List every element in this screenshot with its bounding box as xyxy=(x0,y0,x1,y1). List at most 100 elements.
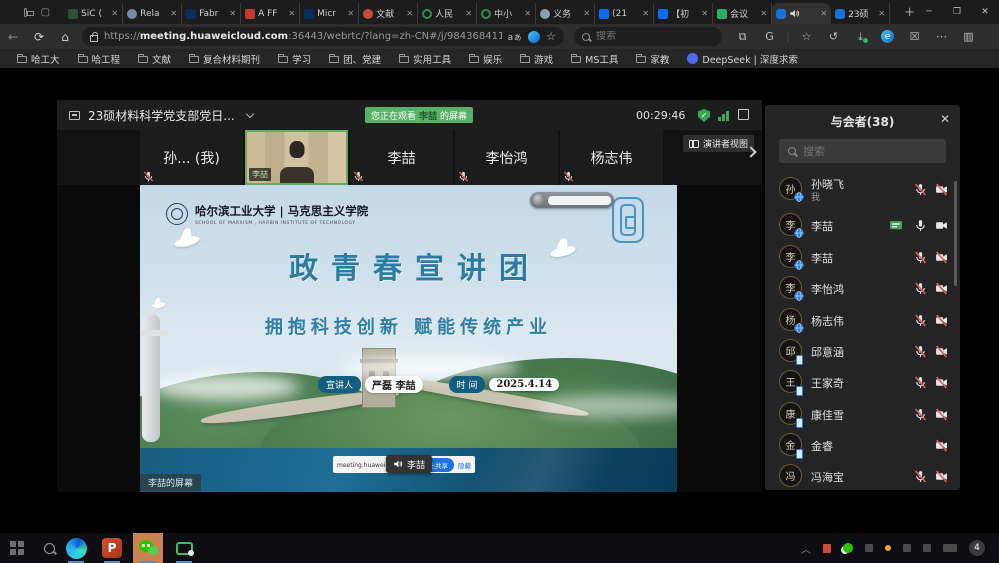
tab-actions-icon[interactable]: ▢ xyxy=(41,7,50,18)
security-shield-icon[interactable]: ✓ xyxy=(698,109,710,122)
home-button[interactable]: ⌂ xyxy=(52,30,78,44)
wechat-tray-icon[interactable] xyxy=(843,543,853,553)
volume-icon[interactable] xyxy=(923,544,931,552)
camera-on-icon[interactable] xyxy=(935,219,948,232)
tab-close-icon[interactable]: ✕ xyxy=(406,9,413,18)
tab-close-icon[interactable]: ✕ xyxy=(820,9,827,18)
camera-off-icon[interactable] xyxy=(935,314,948,327)
camera-off-icon[interactable] xyxy=(935,282,948,295)
bookmark-folder[interactable]: 团、党建 xyxy=(322,51,388,67)
panel-scrollbar[interactable] xyxy=(954,181,957,286)
video-tile-yangzhiwei[interactable]: 杨志伟 xyxy=(560,130,663,185)
start-button[interactable] xyxy=(10,541,24,555)
camera-off-icon[interactable] xyxy=(935,376,948,389)
tab-close-icon[interactable]: ✕ xyxy=(111,9,118,18)
mic-on-icon[interactable] xyxy=(914,219,927,232)
bookmark-folder[interactable]: MS工具 xyxy=(564,51,625,67)
tab-close-icon[interactable]: ✕ xyxy=(288,9,295,18)
tab-close-icon[interactable]: ✕ xyxy=(878,9,885,18)
browser-tab-fabr[interactable]: Fabr✕ xyxy=(182,3,241,24)
browser-essentials-icon[interactable]: e xyxy=(875,27,900,47)
mic-muted-icon[interactable] xyxy=(914,183,927,196)
bookmark-folder[interactable]: 学习 xyxy=(271,51,318,67)
clock-area[interactable] xyxy=(943,544,957,552)
browser-tab-renmin[interactable]: 人民✕ xyxy=(418,3,477,24)
new-tab-button[interactable]: + xyxy=(904,5,915,20)
tab-close-icon[interactable]: ✕ xyxy=(465,9,472,18)
speaker-view-button[interactable]: 演讲者视图 xyxy=(683,135,754,152)
taskbar-search-icon[interactable] xyxy=(44,543,55,554)
refresh-button[interactable]: ⟳ xyxy=(26,30,52,44)
close-panel-icon[interactable]: ✕ xyxy=(940,112,950,126)
tab-close-icon[interactable]: ✕ xyxy=(760,9,767,18)
address-bar[interactable]: https://meeting.huaweicloud.com:36443/we… xyxy=(82,27,564,46)
mic-muted-icon[interactable] xyxy=(353,171,364,182)
copilot-icon[interactable]: G xyxy=(757,27,782,47)
taskbar-screenshare-app[interactable] xyxy=(169,533,199,563)
camera-off-icon[interactable] xyxy=(935,470,948,483)
bookmark-folder[interactable]: 娱乐 xyxy=(462,51,509,67)
mic-muted-icon[interactable] xyxy=(458,171,469,182)
participant-row[interactable]: 李 李喆 xyxy=(765,243,960,273)
browser-tab-zhongxiao[interactable]: 中小✕ xyxy=(477,3,536,24)
browser-tab-yiwu[interactable]: 义务✕ xyxy=(536,3,595,24)
bookmark-deepseek[interactable]: DeepSeek | 深度求索 xyxy=(680,51,805,67)
mic-muted-icon[interactable] xyxy=(914,282,927,295)
video-tile-lizhe[interactable]: 李喆 xyxy=(350,130,453,185)
participant-search[interactable] xyxy=(779,139,946,163)
tab-close-icon[interactable]: ✕ xyxy=(347,9,354,18)
video-tile-self[interactable]: 孙... (我) xyxy=(140,130,243,185)
participant-row[interactable]: 杨 杨志伟 xyxy=(765,306,960,336)
favorite-star-icon[interactable]: ☆ xyxy=(546,30,556,43)
participant-row[interactable]: 王 王家奇 xyxy=(765,368,960,398)
camera-off-icon[interactable] xyxy=(935,345,948,358)
taskbar-powerpoint[interactable]: P xyxy=(97,533,127,563)
participant-row-sharing[interactable]: 李 李喆 xyxy=(765,211,960,241)
browser-tab-23shuo[interactable]: 23硕✕ xyxy=(831,3,890,24)
browser-tab-rela[interactable]: Rela✕ xyxy=(123,3,182,24)
workspaces-icon[interactable] xyxy=(24,8,26,17)
participant-row[interactable]: 康 康佳雪 xyxy=(765,400,960,430)
tray-app-icon[interactable] xyxy=(865,544,873,552)
lock-icon[interactable] xyxy=(90,35,98,42)
participant-search-input[interactable] xyxy=(803,145,923,158)
history-icon[interactable]: ↺ xyxy=(821,27,846,47)
search-box[interactable] xyxy=(574,27,722,46)
taskbar-wechat-active[interactable] xyxy=(133,533,163,563)
mic-muted-icon[interactable] xyxy=(914,251,927,264)
downloads-icon[interactable]: ⤓ xyxy=(848,27,873,47)
maximize-button[interactable]: ❐ xyxy=(943,0,971,24)
fullscreen-icon[interactable] xyxy=(738,109,749,120)
tray-status-dot[interactable] xyxy=(885,545,891,551)
audio-volume-widget[interactable] xyxy=(530,192,614,208)
video-tile-liyihong[interactable]: 李怡鸿 xyxy=(455,130,558,185)
tab-close-icon[interactable]: ✕ xyxy=(701,9,708,18)
participant-row[interactable]: 冯 冯海宝 xyxy=(765,462,960,492)
bookmark-folder[interactable]: 复合材料期刊 xyxy=(182,51,267,67)
browser-tab-aff[interactable]: A FF✕ xyxy=(241,3,300,24)
video-tile-lizhe-camera[interactable]: 李喆 xyxy=(245,130,348,185)
minimize-button[interactable]: ─ xyxy=(915,0,943,24)
mic-muted-icon[interactable] xyxy=(563,171,574,182)
tab-audio-speaker-icon[interactable] xyxy=(789,8,800,19)
favorites-icon[interactable]: ☆ xyxy=(794,27,819,47)
participant-row[interactable]: 金 金睿 xyxy=(765,431,960,461)
split-screen-icon[interactable] xyxy=(528,31,540,43)
sidebar-toggle-icon[interactable]: ▥ xyxy=(956,27,981,47)
browser-tab-huiyi[interactable]: 会议✕ xyxy=(713,3,772,24)
mic-muted-icon[interactable] xyxy=(914,345,927,358)
chevron-down-icon[interactable] xyxy=(245,109,253,117)
tray-app-icon[interactable] xyxy=(823,544,831,553)
back-button[interactable]: ← xyxy=(0,30,26,44)
browser-tab-micr[interactable]: Micr✕ xyxy=(300,3,359,24)
bookmark-folder[interactable]: 家教 xyxy=(629,51,676,67)
participant-row[interactable]: 邱 邱意涵 xyxy=(765,337,960,367)
tab-close-icon[interactable]: ✕ xyxy=(170,9,177,18)
browser-tab-21[interactable]: (21✕ xyxy=(595,3,654,24)
participant-row[interactable]: 孙 孙晓飞 我 xyxy=(765,175,960,205)
mic-muted-icon[interactable] xyxy=(143,171,154,182)
hide-share-bar-button[interactable]: 隐藏 xyxy=(458,460,471,470)
camera-off-icon[interactable] xyxy=(935,439,948,452)
translate-icon[interactable]: аぁ xyxy=(508,30,523,43)
mic-muted-icon[interactable] xyxy=(914,376,927,389)
